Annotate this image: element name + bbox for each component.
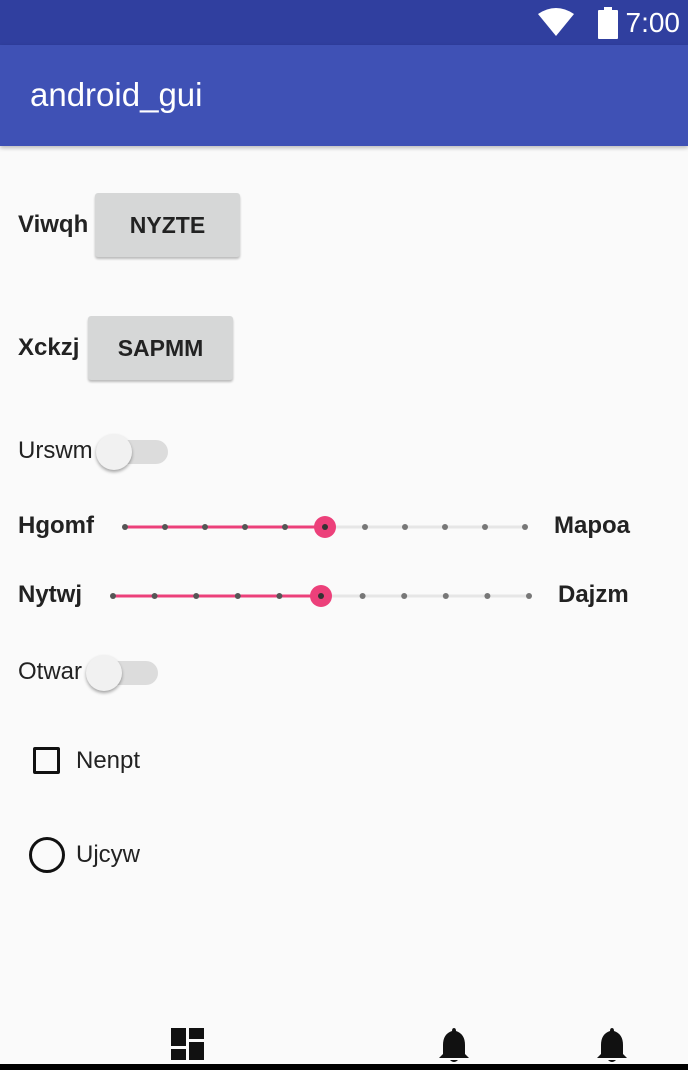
hgomf-seekbar[interactable] [113, 512, 538, 542]
switch-thumb [86, 655, 122, 691]
switch1-label: Urswm [18, 437, 93, 464]
app-title: android_gui [30, 76, 203, 113]
seek1-right-label: Mapoa [554, 512, 631, 539]
switch-thumb [96, 434, 132, 470]
row1-label: Viwqh [18, 211, 89, 238]
checkbox-label[interactable]: Nenpt [76, 746, 140, 776]
nenpt-checkbox[interactable] [33, 747, 60, 774]
wifi-icon [538, 8, 574, 36]
status-time: 7:00 [625, 7, 681, 38]
bottom-edge [0, 1064, 688, 1070]
row2-label: Xckzj [18, 334, 80, 361]
dashboard-icon[interactable] [171, 1028, 205, 1060]
nyzte-button[interactable]: NYZTE [95, 193, 240, 257]
ujcyw-radio[interactable] [29, 837, 65, 873]
seekbar-graphic [122, 516, 528, 538]
app-bar: android_gui [0, 45, 688, 146]
switch2-label: Otwar [18, 658, 83, 685]
sapmm-button[interactable]: SAPMM [88, 316, 233, 380]
seek2-left-label: Nytwj [18, 581, 83, 608]
notifications-icon[interactable] [596, 1026, 628, 1064]
status-bar: 7:00 [0, 0, 688, 45]
notifications-icon[interactable] [438, 1026, 470, 1064]
seek1-left-label: Hgomf [18, 512, 94, 539]
otwar-switch[interactable] [86, 653, 166, 693]
radio-label[interactable]: Ujcyw [76, 840, 140, 870]
seekbar-graphic [110, 585, 532, 607]
urswm-switch[interactable] [96, 432, 176, 472]
battery-icon [598, 7, 618, 39]
seek2-right-label: Dajzm [558, 581, 629, 608]
nytwj-seekbar[interactable] [101, 581, 542, 611]
